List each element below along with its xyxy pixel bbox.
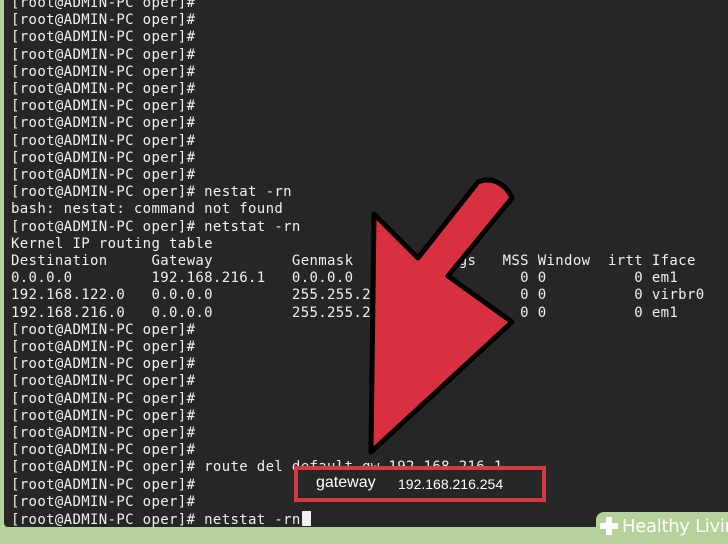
gateway-value: 192.168.216.254 — [398, 476, 504, 492]
gateway-highlight-box: gateway 192.168.216.254 — [294, 466, 546, 502]
gateway-label: gateway — [316, 474, 376, 491]
pointer-arrow-icon — [368, 177, 515, 455]
brand-badge: Healthy Living — [596, 512, 728, 544]
plus-icon — [600, 517, 618, 535]
brand-name: Healthy Living — [622, 516, 728, 537]
